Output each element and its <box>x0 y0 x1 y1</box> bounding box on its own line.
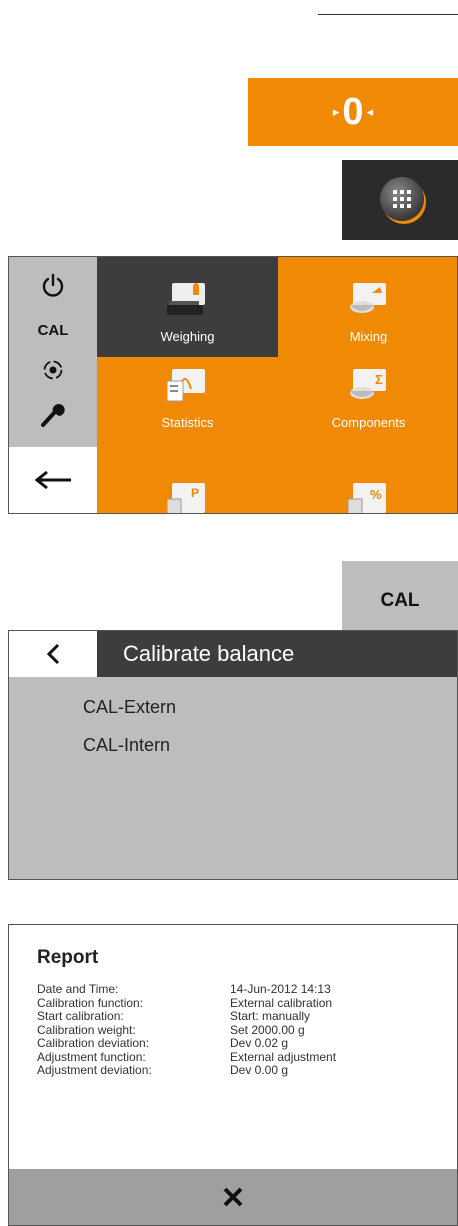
svg-text:%: % <box>370 487 382 502</box>
application-grid: Weighing Mixing Statistics Σ Components … <box>97 257 457 513</box>
zero-button[interactable]: ▸ 0 ◂ <box>248 78 458 146</box>
cal-extern-option[interactable]: CAL-Extern <box>83 697 176 718</box>
close-icon <box>223 1187 243 1207</box>
app-mixing[interactable]: Mixing <box>278 257 457 357</box>
density-icon: P <box>167 483 205 513</box>
report-row: Date and Time: 14-Jun-2012 14:13 <box>37 982 331 996</box>
app-density[interactable]: P <box>97 457 278 513</box>
settings-button[interactable] <box>9 393 97 435</box>
mixing-icon <box>350 283 386 313</box>
cal-button[interactable]: CAL <box>342 561 458 641</box>
components-icon: Σ <box>350 369 386 399</box>
app-weighing[interactable]: Weighing <box>97 257 278 357</box>
zero-left-marker: ▸ <box>332 104 340 119</box>
report-panel: Report Date and Time: 14-Jun-2012 14:13 C… <box>8 924 458 1226</box>
top-divider <box>318 14 458 15</box>
power-button[interactable] <box>9 265 97 307</box>
zero-right-marker: ◂ <box>366 104 374 119</box>
sidebar-cal-label: CAL <box>37 321 69 339</box>
cal-intern-option[interactable]: CAL-Intern <box>83 735 170 756</box>
report-row: Adjustment deviation: Dev 0.00 g <box>37 1063 289 1077</box>
back-button[interactable] <box>9 447 97 513</box>
level-icon <box>43 360 63 380</box>
report-row: Start calibration: Start: manually <box>37 1009 311 1023</box>
app-components-label: Components <box>331 415 406 430</box>
grid-icon <box>380 177 424 221</box>
app-weighing-label: Weighing <box>160 329 215 344</box>
cal-button-label: CAL <box>380 590 420 611</box>
wrench-icon <box>41 404 65 427</box>
sidebar: CAL <box>9 257 97 513</box>
level-button[interactable] <box>9 349 97 391</box>
svg-text:P: P <box>191 486 199 500</box>
zero-label: 0 <box>342 90 364 133</box>
app-components[interactable]: Σ Components <box>278 357 457 457</box>
calibrate-header: Calibrate balance <box>9 631 457 677</box>
report-rows: Date and Time: 14-Jun-2012 14:13 Calibrat… <box>37 982 447 1078</box>
chevron-left-icon <box>46 643 60 665</box>
report-title: Report <box>37 947 99 968</box>
statistics-icon <box>167 369 205 402</box>
sidebar-item-cal[interactable]: CAL <box>9 309 97 351</box>
back-arrow-icon <box>34 470 71 490</box>
calibrate-back-button[interactable] <box>9 631 97 677</box>
app-statistics[interactable]: Statistics <box>97 357 278 457</box>
app-percent[interactable]: % <box>278 457 457 513</box>
report-close-button[interactable] <box>9 1169 457 1225</box>
calibrate-title: Calibrate balance <box>97 631 457 677</box>
report-row: Calibration weight: Set 2000.00 g <box>37 1022 305 1037</box>
app-statistics-label: Statistics <box>161 415 214 430</box>
svg-text:Σ: Σ <box>375 372 383 387</box>
percent-icon: % <box>348 483 386 513</box>
calibrate-panel: Calibrate balance CAL-Extern CAL-Intern <box>8 630 458 880</box>
weighing-icon <box>167 283 205 315</box>
report-row: Calibration deviation: Dev 0.02 g <box>37 1036 289 1050</box>
main-menu-panel: CAL Weighing Mixing Statistics Σ Compone… <box>8 256 458 514</box>
app-mixing-label: Mixing <box>349 329 388 344</box>
main-menu-button[interactable] <box>342 160 458 240</box>
report-row: Adjustment function: External adjustment <box>37 1049 337 1064</box>
report-row: Calibration function: External calibratio… <box>37 995 333 1010</box>
power-icon <box>42 273 64 297</box>
